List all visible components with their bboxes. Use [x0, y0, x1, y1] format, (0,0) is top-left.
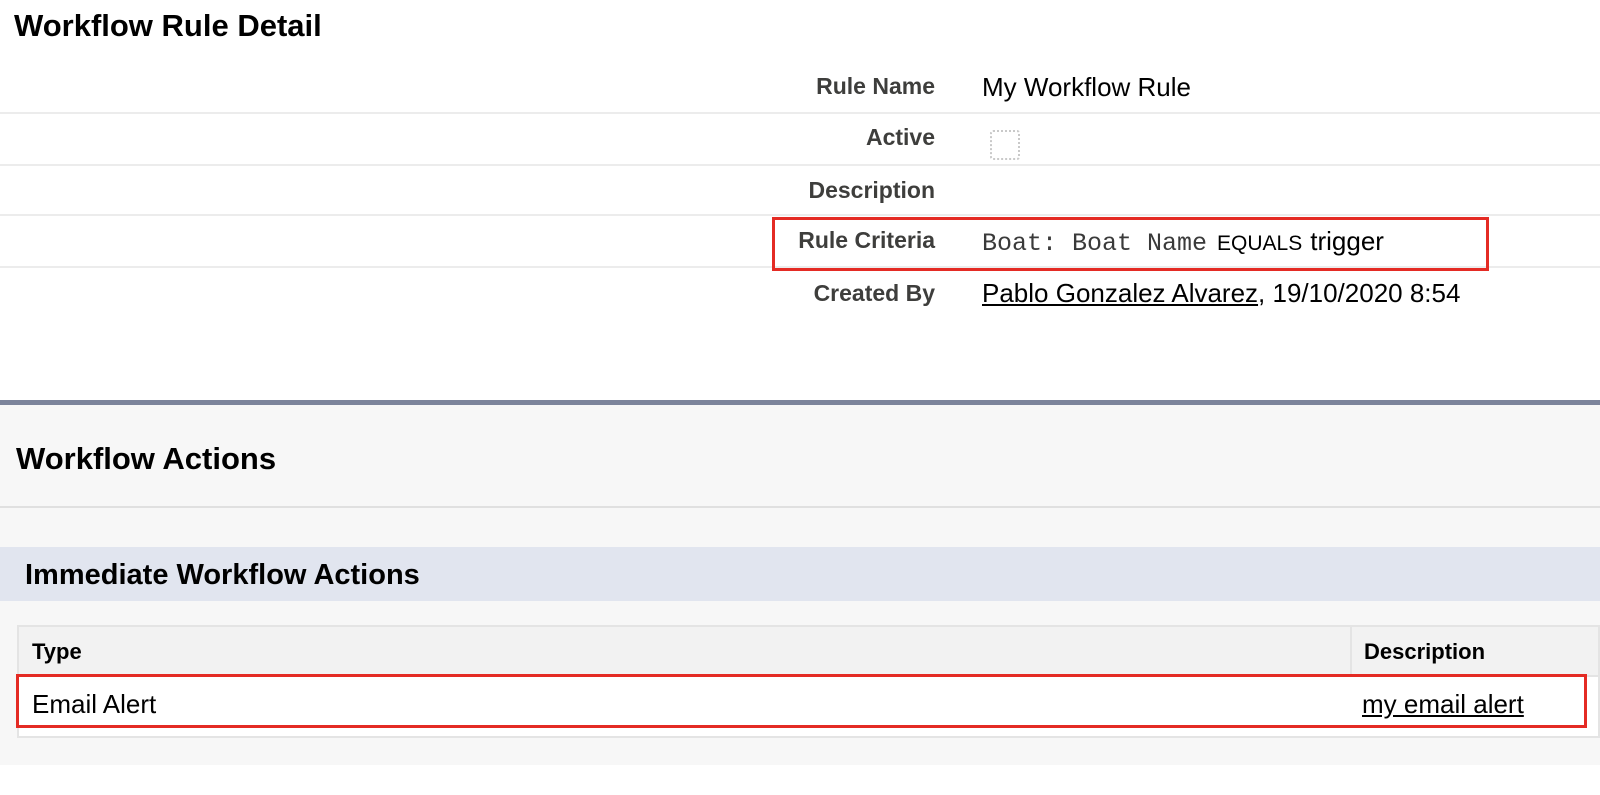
description-row: Description	[0, 166, 1600, 216]
actions-divider	[0, 506, 1600, 508]
active-label: Active	[865, 124, 935, 150]
created-by-user-link[interactable]: Pablo Gonzalez Alvarez	[982, 278, 1258, 308]
immediate-actions-header: Immediate Workflow Actions	[0, 547, 1600, 601]
rule-name-row: Rule Name My Workflow Rule	[0, 60, 1600, 114]
column-header-type: Type	[32, 639, 82, 664]
rule-criteria-label: Rule Criteria	[798, 227, 935, 253]
workflow-actions-title: Workflow Actions	[16, 441, 277, 476]
workflow-actions-section: Workflow Actions Immediate Workflow Acti…	[0, 400, 1600, 765]
rule-criteria-text-value: trigger	[1310, 226, 1384, 256]
active-row: Active	[0, 114, 1600, 166]
created-by-row: Created By Pablo Gonzalez Alvarez, 19/10…	[0, 268, 1600, 320]
immediate-actions-table: Type Description Email Alert my email al…	[17, 625, 1600, 738]
description-label: Description	[808, 177, 935, 203]
rule-name-value: My Workflow Rule	[982, 72, 1192, 102]
created-by-label: Created By	[813, 280, 935, 306]
created-by-date: , 19/10/2020 8:54	[1258, 278, 1461, 308]
email-alert-link[interactable]: my email alert	[1362, 689, 1524, 720]
column-header-description: Description	[1364, 639, 1486, 664]
row-type: Email Alert	[32, 689, 157, 719]
rule-criteria-field: Boat: Boat Name	[982, 229, 1208, 258]
column-separator	[1350, 627, 1352, 675]
rule-criteria-value: Boat: Boat Name EQUALS trigger	[982, 226, 1384, 258]
table-header: Type Description	[19, 627, 1598, 677]
detail-section-title: Workflow Rule Detail	[14, 8, 322, 43]
rule-name-label: Rule Name	[816, 73, 935, 99]
active-checkbox	[990, 130, 1020, 160]
workflow-rule-page: Workflow Rule Detail Rule Name My Workfl…	[0, 0, 1600, 795]
immediate-actions-title: Immediate Workflow Actions	[25, 559, 420, 591]
rule-criteria-row: Rule Criteria Boat: Boat Name EQUALS trigg…	[0, 216, 1600, 268]
rule-criteria-operator: EQUALS	[1217, 232, 1303, 255]
created-by-value: Pablo Gonzalez Alvarez, 19/10/2020 8:54	[982, 278, 1460, 309]
